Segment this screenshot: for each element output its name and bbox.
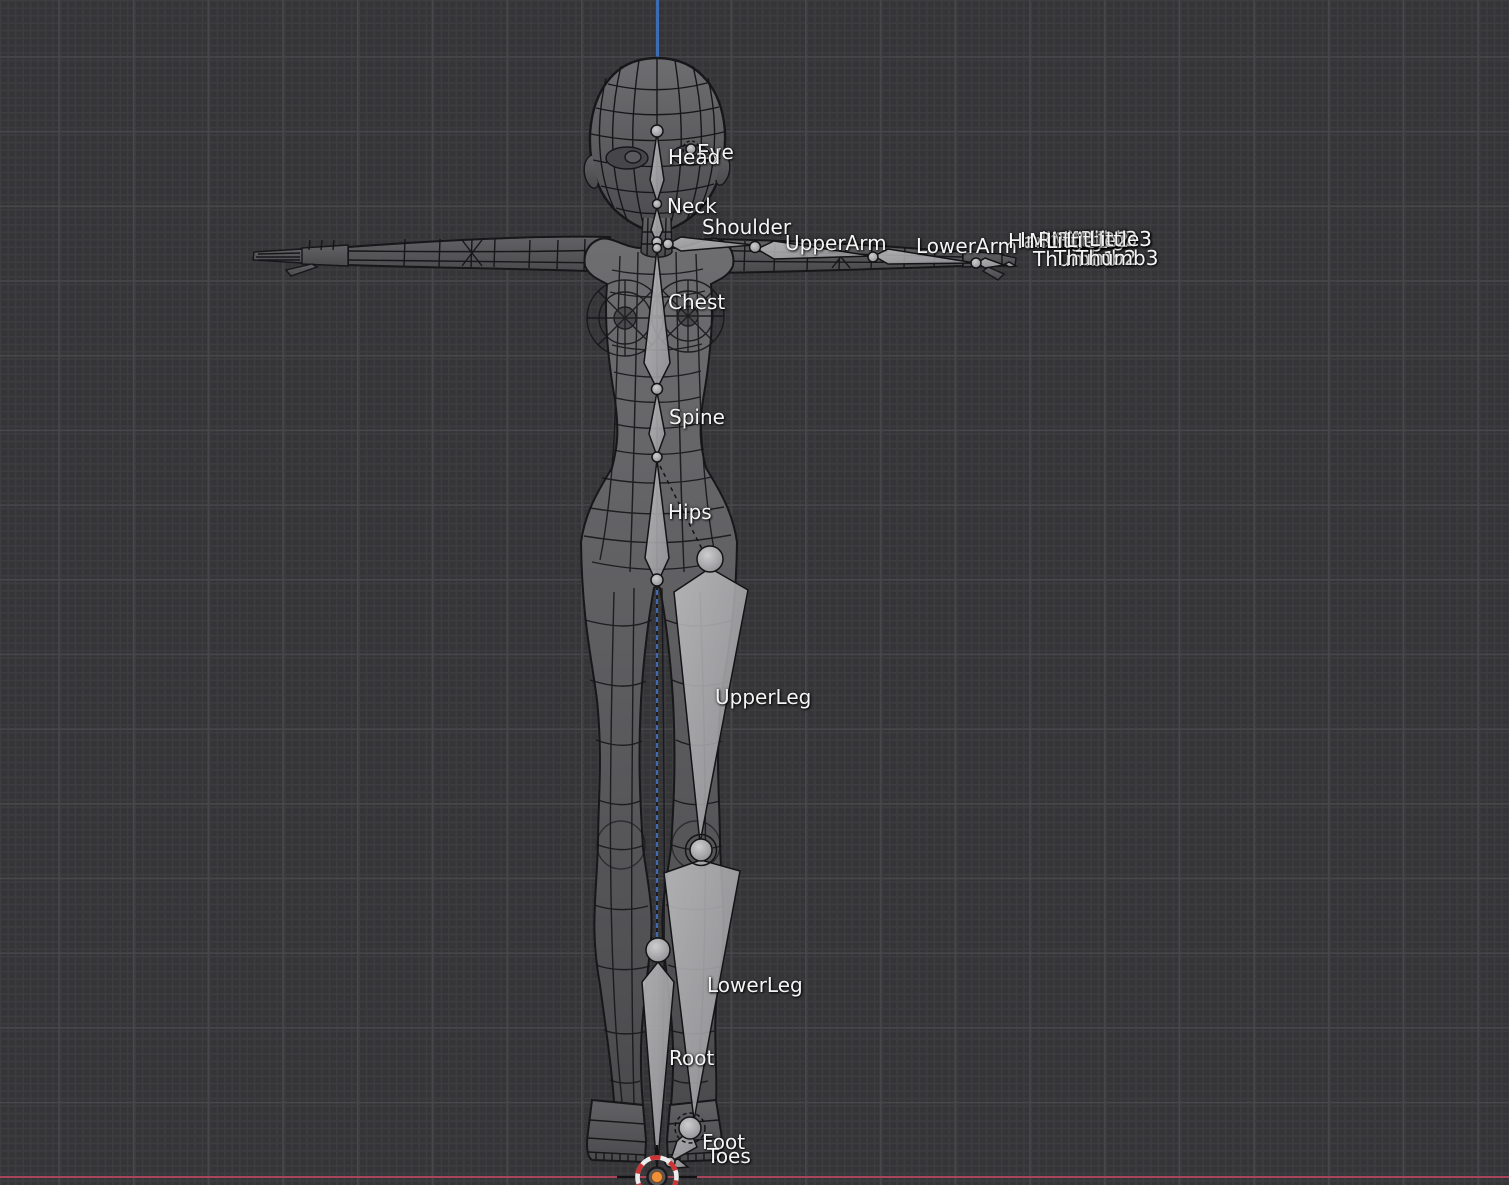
scene-canvas	[252, 56, 1019, 1185]
character-mesh[interactable]	[252, 56, 1017, 1164]
3d-viewport[interactable]: Eye Head Neck Shoulder UpperArm LowerArm Hand I…	[0, 0, 1509, 1185]
mesh-left-arm	[252, 235, 614, 277]
cursor-center-dot	[650, 1170, 664, 1184]
